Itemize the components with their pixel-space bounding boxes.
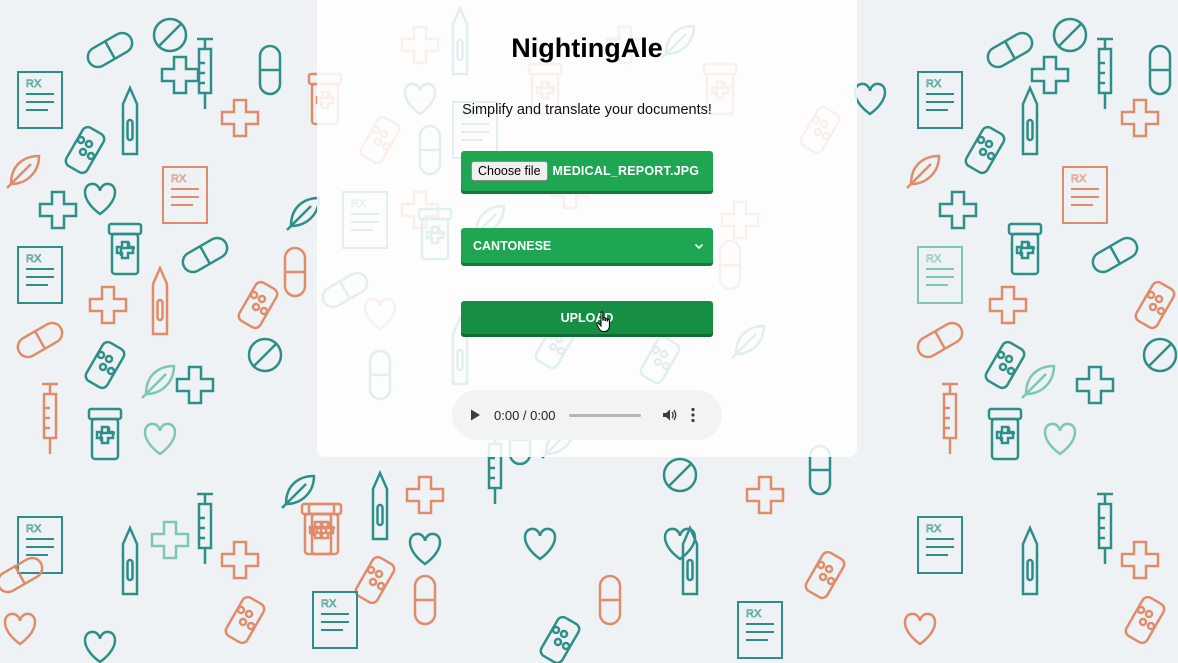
- file-input[interactable]: Choose file MEDICAL_REPORT.JPG: [461, 151, 713, 191]
- more-options-icon[interactable]: [691, 407, 696, 423]
- audio-progress-bar[interactable]: [569, 413, 642, 417]
- choose-file-button[interactable]: Choose file: [471, 161, 548, 181]
- audio-time: 0:00 / 0:00: [494, 407, 556, 423]
- hand-cursor-icon: [596, 311, 610, 332]
- selected-file-name: MEDICAL_REPORT.JPG: [552, 164, 700, 178]
- language-select[interactable]: CANTONESE: [461, 228, 713, 263]
- audio-player[interactable]: 0:00 / 0:00: [452, 390, 722, 440]
- app-subtitle: Simplify and translate your documents!: [462, 102, 712, 118]
- app-title: NightingAle: [511, 33, 663, 63]
- upload-button[interactable]: UPLOAD: [461, 301, 713, 334]
- volume-icon[interactable]: [661, 407, 677, 423]
- chevron-down-icon: [694, 243, 704, 249]
- play-icon[interactable]: [468, 408, 482, 422]
- language-select-value: CANTONESE: [473, 238, 552, 253]
